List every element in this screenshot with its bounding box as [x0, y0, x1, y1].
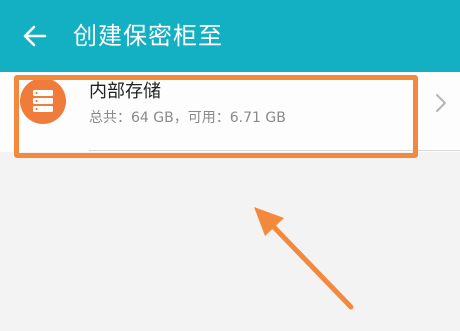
- pointing-arrow-icon: [254, 207, 354, 310]
